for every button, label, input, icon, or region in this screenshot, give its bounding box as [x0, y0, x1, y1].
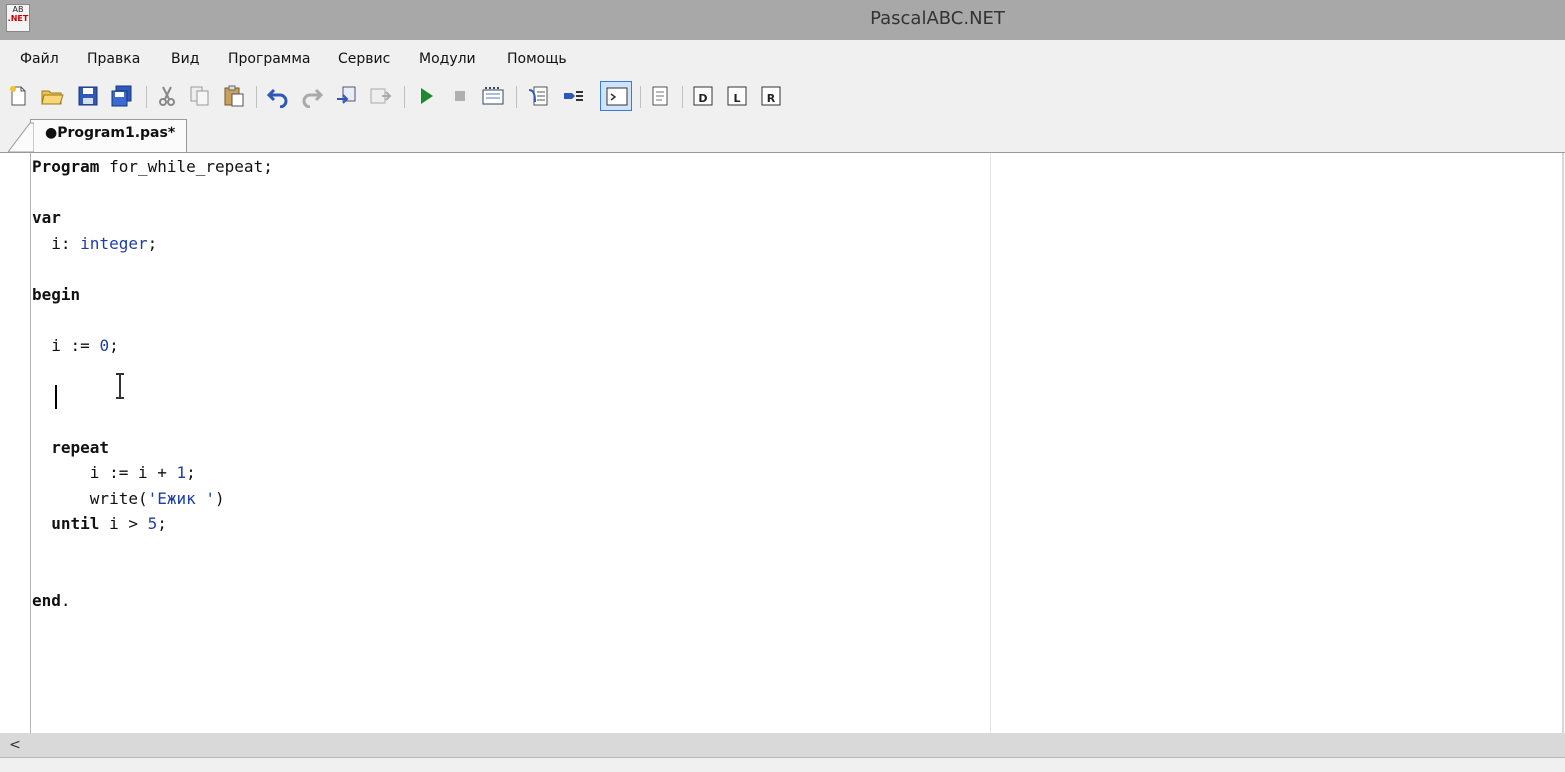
code-editor[interactable]: Program for_while_repeat;var i: integer;… [0, 153, 1565, 733]
menu-edit[interactable]: Правка [87, 51, 140, 67]
code-line: repeat [51, 437, 110, 457]
step-into-icon[interactable] [526, 84, 550, 108]
svg-text:D: D [698, 92, 707, 105]
right-margin-guide [990, 153, 991, 733]
build-icon[interactable] [368, 84, 392, 108]
save-icon[interactable] [76, 84, 100, 108]
compile-icon[interactable] [334, 84, 358, 108]
form-designer-d-icon[interactable]: D [691, 84, 715, 108]
svg-text:R: R [767, 92, 776, 105]
menu-bar: Файл Правка Вид Программа Сервис Модули … [0, 40, 1565, 78]
toolbar-separator [256, 86, 257, 108]
tab-program1[interactable]: ●Program1.pas* [30, 119, 187, 152]
copy-icon[interactable] [188, 84, 212, 108]
svg-text:L: L [733, 92, 740, 105]
code-line: until i > 5; [51, 514, 167, 533]
menu-file[interactable]: Файл [20, 51, 59, 67]
step-over-icon[interactable] [561, 84, 585, 108]
menu-view[interactable]: Вид [171, 51, 199, 67]
toolbar-separator [146, 86, 147, 108]
open-folder-icon[interactable] [40, 84, 64, 108]
redo-icon[interactable] [300, 84, 324, 108]
toolbar: D L R [0, 78, 1565, 116]
paste-icon[interactable] [222, 84, 246, 108]
tab-notch [8, 122, 34, 152]
scroll-left-arrow-icon[interactable]: < [6, 736, 24, 754]
code-line: begin [32, 284, 81, 304]
stop-icon[interactable] [448, 84, 472, 108]
toolbar-separator [682, 86, 683, 108]
editor-right-border [1562, 153, 1564, 733]
code-line: write('Ежик ') [32, 488, 225, 508]
tab-bar: ●Program1.pas* [0, 116, 1565, 153]
menu-program[interactable]: Программа [228, 51, 311, 67]
code-line: i: integer; [32, 233, 158, 253]
toolbar-separator [516, 86, 517, 108]
form-designer-l-icon[interactable]: L [725, 84, 749, 108]
form-designer-r-icon[interactable]: R [759, 84, 783, 108]
code-line: end. [32, 590, 71, 610]
text-caret [55, 385, 57, 409]
code-line: Program for_while_repeat; [32, 157, 273, 176]
title-bar: AB .NET PascalABC.NET [0, 0, 1565, 40]
window-title: PascalABC.NET [870, 8, 1005, 29]
menu-modules[interactable]: Модули [419, 51, 476, 67]
output-window-icon[interactable] [600, 81, 632, 111]
toolbar-separator [404, 86, 405, 108]
code-line: i := 0; [32, 335, 119, 355]
status-bar [0, 757, 1565, 772]
code-line: var [32, 208, 61, 227]
save-all-icon[interactable] [110, 84, 134, 108]
menu-service[interactable]: Сервис [338, 51, 390, 67]
editor-gutter [30, 153, 31, 733]
run-icon[interactable] [414, 84, 438, 108]
debug-window-icon[interactable] [481, 84, 505, 108]
undo-icon[interactable] [266, 84, 290, 108]
toolbar-separator [640, 86, 641, 108]
new-file-icon[interactable] [6, 84, 30, 108]
menu-help[interactable]: Помощь [507, 51, 567, 67]
cut-icon[interactable] [155, 84, 179, 108]
ibeam-cursor-icon [116, 373, 124, 399]
code-line: i := i + 1; [32, 463, 196, 482]
horizontal-scrollbar[interactable]: < [0, 733, 1565, 757]
document-icon[interactable] [648, 84, 672, 108]
